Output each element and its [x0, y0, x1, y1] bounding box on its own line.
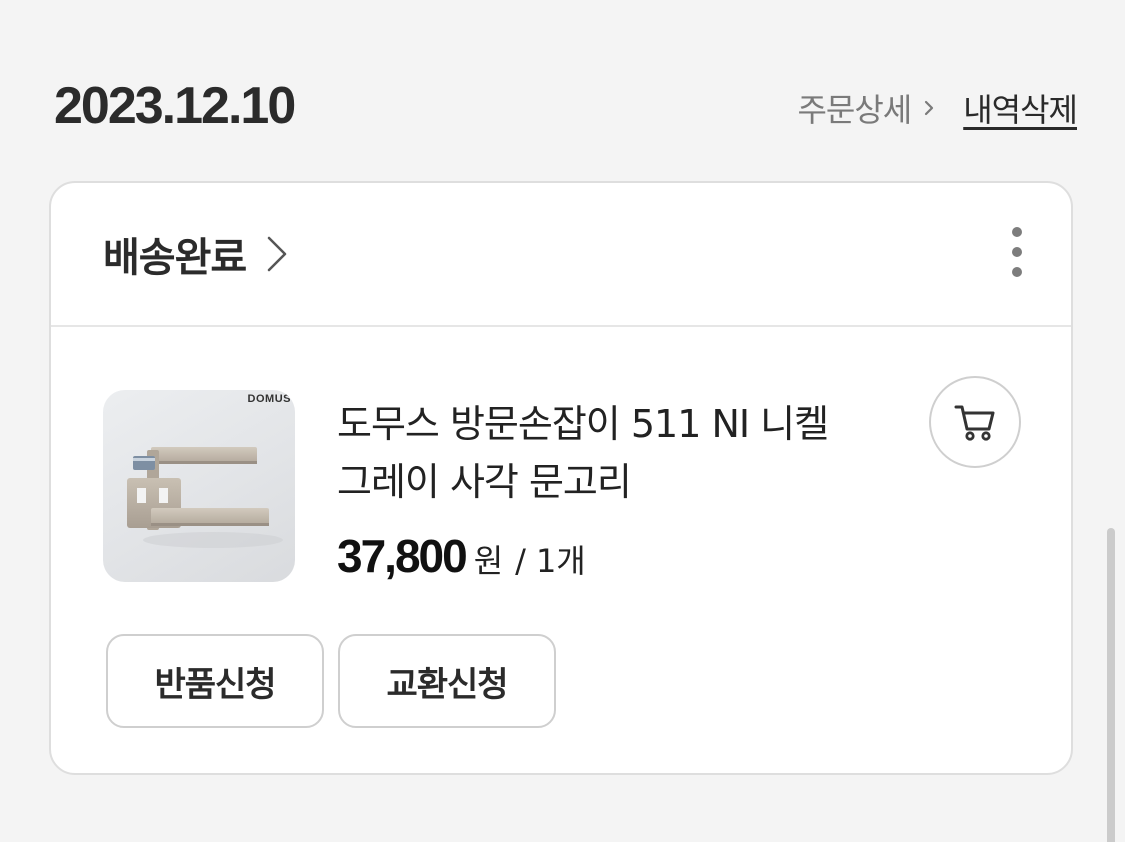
product-name[interactable]: 도무스 방문손잡이 511 NI 니켈 그레이 사각 문고리 [337, 395, 877, 511]
brand-mark: DOMUS [247, 393, 291, 405]
cart-icon [954, 405, 995, 441]
quantity: 1개 [535, 542, 586, 580]
order-actions: 반품신청 교환신청 [106, 634, 556, 728]
return-request-button[interactable]: 반품신청 [106, 634, 324, 728]
price-amount: 37,800 [337, 530, 468, 582]
price-line: 37,800 원 / 1개 [337, 529, 586, 583]
card-header: 배송완료 [51, 183, 1071, 327]
order-history-page: 2023.12.10 주문상세 내역삭제 배송완료 DOMUS 도무스 방문손잡… [0, 0, 1125, 842]
price-unit: 원 [473, 542, 504, 580]
product-name-line: 그레이 사각 문고리 [337, 460, 632, 504]
add-to-cart-button[interactable] [929, 376, 1021, 468]
order-card: 배송완료 DOMUS 도무스 방문손잡이 511 NI 니켈 그레이 사각 문고… [49, 181, 1073, 775]
chevron-right-icon [925, 100, 934, 116]
more-dot [1012, 227, 1022, 237]
order-date: 2023.12.10 [54, 77, 296, 135]
exchange-request-button[interactable]: 교환신청 [338, 634, 556, 728]
more-dot [1012, 267, 1022, 277]
door-handle-illustration [127, 447, 283, 548]
delete-history-link[interactable]: 내역삭제 [963, 85, 1078, 131]
order-detail-label: 주문상세 [797, 91, 912, 129]
price-separator: / [515, 542, 526, 580]
product-image[interactable]: DOMUS [103, 390, 295, 582]
more-dot [1012, 247, 1022, 257]
order-detail-link[interactable]: 주문상세 [797, 85, 937, 131]
order-header-actions: 주문상세 내역삭제 [797, 85, 1078, 131]
delivery-status-link[interactable]: 배송완료 [103, 225, 290, 283]
scrollbar[interactable] [1107, 528, 1115, 842]
more-options-button[interactable] [999, 227, 1035, 277]
product-name-line: 도무스 방문손잡이 511 NI 니켈 [337, 402, 829, 446]
chevron-right-icon [267, 236, 287, 272]
delivery-status: 배송완료 [103, 235, 247, 281]
